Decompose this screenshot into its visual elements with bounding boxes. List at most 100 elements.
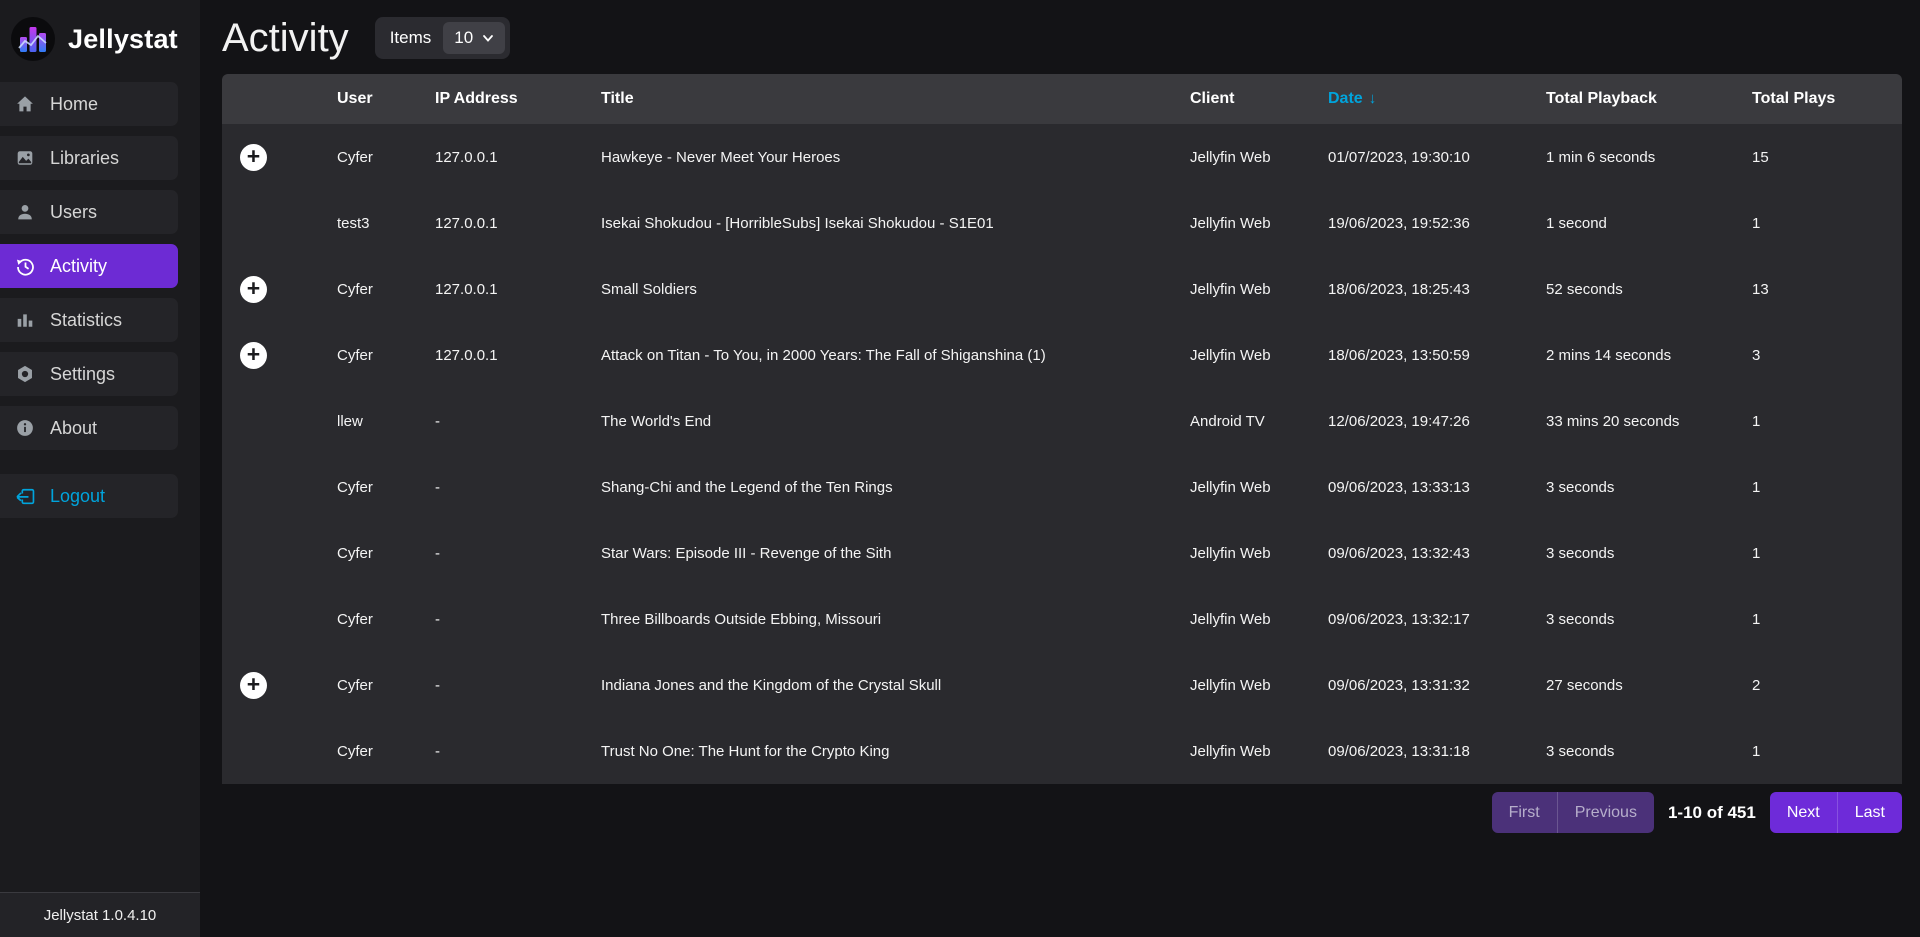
cell-ip: 127.0.0.1 — [435, 149, 601, 166]
cell-title: Three Billboards Outside Ebbing, Missour… — [601, 611, 1190, 628]
about-info-icon — [15, 418, 35, 438]
column-header-user[interactable]: User — [337, 90, 435, 108]
app-title: Jellystat — [68, 24, 178, 55]
cell-total-playback: 27 seconds — [1546, 677, 1752, 694]
cell-client: Android TV — [1190, 413, 1328, 430]
cell-ip: - — [435, 743, 601, 760]
cell-client: Jellyfin Web — [1190, 149, 1328, 166]
sidebar-item-statistics[interactable]: Statistics — [0, 298, 178, 342]
table-row: + Cyfer 127.0.0.1 Attack on Titan - To Y… — [222, 322, 1902, 388]
sidebar-nav: Home Libraries Users Activity Statistics — [0, 82, 200, 892]
app-version: Jellystat 1.0.4.10 — [0, 892, 200, 937]
cell-total-plays: 1 — [1752, 215, 1902, 232]
expand-row-button[interactable]: + — [240, 144, 267, 171]
cell-title: Shang-Chi and the Legend of the Ten Ring… — [601, 479, 1190, 496]
cell-total-plays: 13 — [1752, 281, 1902, 298]
column-header-date-label: Date — [1328, 90, 1363, 107]
page-header: Activity Items 10 — [222, 0, 1902, 74]
table-row: + Cyfer - Shang-Chi and the Legend of th… — [222, 454, 1902, 520]
table-row: + llew - The World's End Android TV 12/0… — [222, 388, 1902, 454]
table-row: + Cyfer - Star Wars: Episode III - Reven… — [222, 520, 1902, 586]
sidebar-item-about[interactable]: About — [0, 406, 178, 450]
cell-total-plays: 3 — [1752, 347, 1902, 364]
page-title: Activity — [222, 16, 349, 61]
cell-user: llew — [337, 413, 435, 430]
cell-total-playback: 3 seconds — [1546, 743, 1752, 760]
cell-user: Cyfer — [337, 743, 435, 760]
pagination-forward-group: Next Last — [1770, 792, 1902, 833]
users-icon — [15, 202, 35, 222]
cell-client: Jellyfin Web — [1190, 347, 1328, 364]
cell-date: 09/06/2023, 13:32:17 — [1328, 611, 1546, 628]
cell-client: Jellyfin Web — [1190, 611, 1328, 628]
cell-date: 09/06/2023, 13:33:13 — [1328, 479, 1546, 496]
sort-desc-icon: ↓ — [1369, 90, 1377, 107]
table-row: + Cyfer 127.0.0.1 Hawkeye - Never Meet Y… — [222, 124, 1902, 190]
sidebar-item-label: Settings — [50, 364, 115, 385]
column-header-title[interactable]: Title — [601, 90, 1190, 108]
version-text: Jellystat 1.0.4.10 — [44, 907, 157, 924]
cell-user: Cyfer — [337, 281, 435, 298]
sidebar-item-home[interactable]: Home — [0, 82, 178, 126]
cell-ip: - — [435, 479, 601, 496]
items-per-page-value: 10 — [454, 28, 473, 48]
previous-page-button[interactable]: Previous — [1557, 792, 1654, 833]
cell-ip: - — [435, 545, 601, 562]
plus-icon: + — [247, 145, 260, 168]
cell-client: Jellyfin Web — [1190, 545, 1328, 562]
cell-client: Jellyfin Web — [1190, 281, 1328, 298]
last-page-button[interactable]: Last — [1837, 792, 1902, 833]
next-page-button[interactable]: Next — [1770, 792, 1837, 833]
expand-row-button[interactable]: + — [240, 276, 267, 303]
cell-total-plays: 1 — [1752, 743, 1902, 760]
cell-title: Indiana Jones and the Kingdom of the Cry… — [601, 677, 1190, 694]
activity-history-icon — [15, 256, 35, 276]
cell-title: Star Wars: Episode III - Revenge of the … — [601, 545, 1190, 562]
table-row: + test3 127.0.0.1 Isekai Shokudou - [Hor… — [222, 190, 1902, 256]
cell-ip: - — [435, 677, 601, 694]
cell-total-plays: 15 — [1752, 149, 1902, 166]
cell-title: Hawkeye - Never Meet Your Heroes — [601, 149, 1190, 166]
table-row: + Cyfer - Trust No One: The Hunt for the… — [222, 718, 1902, 784]
expand-row-button[interactable]: + — [240, 342, 267, 369]
cell-title: The World's End — [601, 413, 1190, 430]
column-header-date[interactable]: Date ↓ — [1328, 90, 1546, 108]
sidebar-item-activity[interactable]: Activity — [0, 244, 178, 288]
sidebar-item-logout[interactable]: Logout — [0, 474, 178, 518]
cell-total-playback: 52 seconds — [1546, 281, 1752, 298]
plus-icon: + — [247, 343, 260, 366]
column-header-total-playback[interactable]: Total Playback — [1546, 90, 1752, 108]
items-per-page-select[interactable]: 10 — [443, 22, 505, 54]
expand-row-button[interactable]: + — [240, 672, 267, 699]
cell-ip: - — [435, 611, 601, 628]
sidebar: Jellystat Home Libraries Users Activity — [0, 0, 200, 937]
column-header-client[interactable]: Client — [1190, 90, 1328, 108]
activity-table: User IP Address Title Client Date ↓ Total… — [222, 74, 1902, 784]
cell-date: 19/06/2023, 19:52:36 — [1328, 215, 1546, 232]
column-header-total-plays[interactable]: Total Plays — [1752, 90, 1902, 108]
cell-date: 09/06/2023, 13:31:18 — [1328, 743, 1546, 760]
sidebar-item-settings[interactable]: Settings — [0, 352, 178, 396]
cell-ip: - — [435, 413, 601, 430]
app-logo[interactable]: Jellystat — [0, 0, 200, 82]
logout-icon — [15, 486, 35, 506]
cell-total-playback: 1 min 6 seconds — [1546, 149, 1752, 166]
sidebar-item-users[interactable]: Users — [0, 190, 178, 234]
cell-total-playback: 33 mins 20 seconds — [1546, 413, 1752, 430]
cell-date: 09/06/2023, 13:31:32 — [1328, 677, 1546, 694]
cell-user: Cyfer — [337, 611, 435, 628]
libraries-icon — [15, 148, 35, 168]
sidebar-item-label: Logout — [50, 486, 105, 507]
first-page-button[interactable]: First — [1492, 792, 1557, 833]
chevron-down-icon — [482, 32, 494, 44]
column-header-ip[interactable]: IP Address — [435, 90, 601, 108]
table-row: + Cyfer - Indiana Jones and the Kingdom … — [222, 652, 1902, 718]
plus-icon: + — [247, 277, 260, 300]
cell-total-playback: 1 second — [1546, 215, 1752, 232]
cell-total-playback: 3 seconds — [1546, 611, 1752, 628]
table-row: + Cyfer - Three Billboards Outside Ebbin… — [222, 586, 1902, 652]
home-icon — [15, 94, 35, 114]
cell-title: Isekai Shokudou - [HorribleSubs] Isekai … — [601, 215, 1190, 232]
sidebar-item-libraries[interactable]: Libraries — [0, 136, 178, 180]
cell-date: 09/06/2023, 13:32:43 — [1328, 545, 1546, 562]
